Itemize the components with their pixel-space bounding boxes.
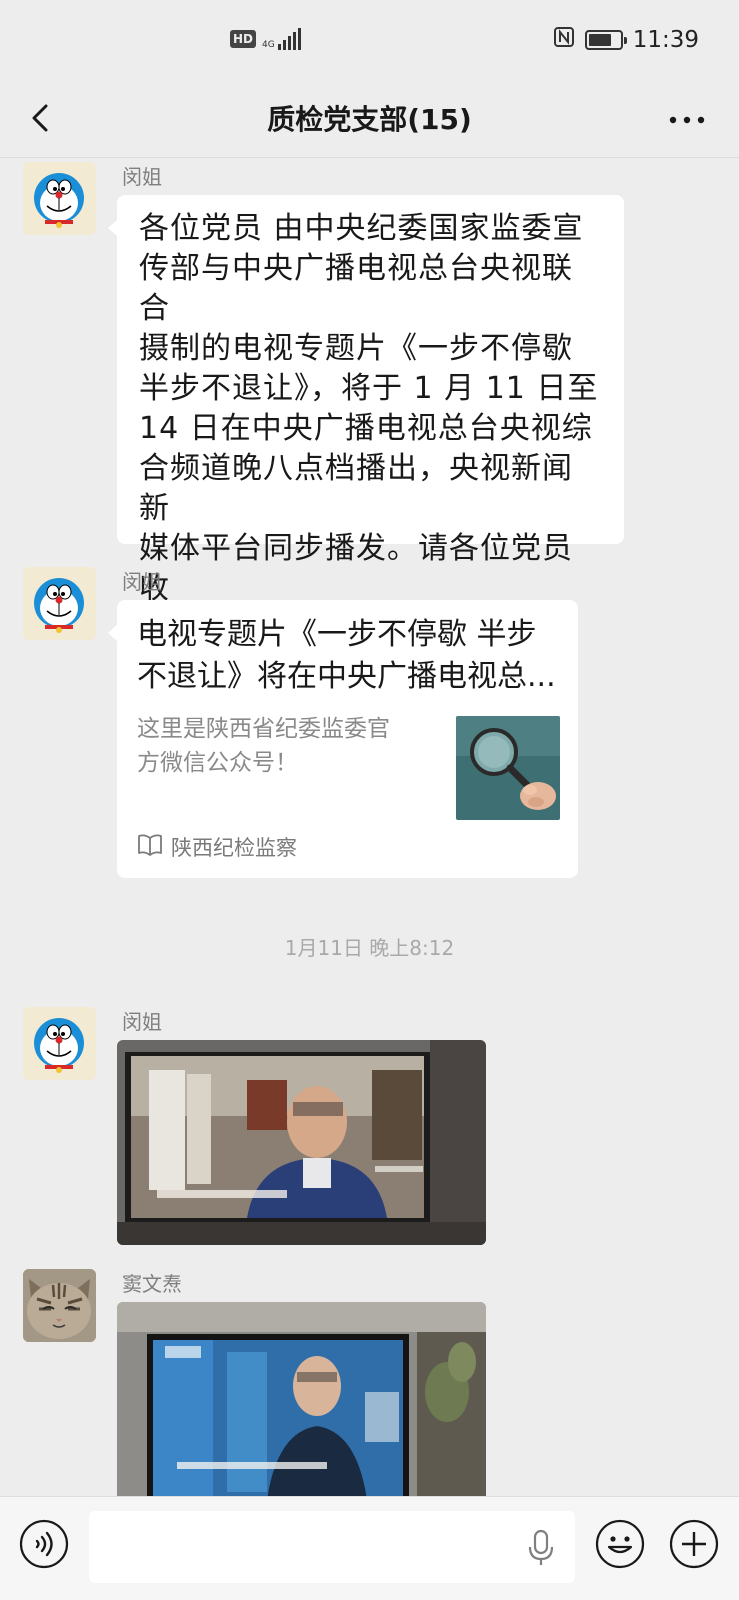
card-description: 这里是陕西省纪委监委官 方微信公众号！ <box>137 716 390 776</box>
sender-name: 窦文焘 <box>122 1272 182 1296</box>
chat-input-bar <box>0 1496 739 1600</box>
doraemon-avatar[interactable] <box>23 567 96 640</box>
magnifying-glass-image <box>456 716 560 820</box>
text-message-bubble[interactable]: 各位党员 由中央纪委国家监委宣 传部与中央广播电视总台央视联合 摄制的电视专题片… <box>108 195 624 646</box>
doraemon-avatar[interactable] <box>23 1007 96 1080</box>
card-title: 电视专题片《一步不停歇 半步 不退让》将在中央广播电视总... <box>137 617 556 694</box>
cat-avatar[interactable] <box>23 1269 96 1342</box>
book-icon <box>137 833 163 862</box>
message-item: 闵姐 各位党员 由中央纪委国家监委宣 传部与中央广播电视总台央视联合 摄制的电视… <box>0 158 739 646</box>
chat-title: 质检党支部(15) <box>267 103 472 136</box>
network-indicator: HD 4G <box>230 28 301 50</box>
link-card-bubble[interactable]: 电视专题片《一步不停歇 半步 不退让》将在中央广播电视总... 这里是陕西省纪委… <box>108 600 578 878</box>
battery-level <box>588 33 612 46</box>
source-name: 陕西纪检监察 <box>171 836 297 860</box>
sender-name: 闵姐 <box>122 1010 162 1034</box>
microphone-icon[interactable] <box>526 1529 556 1567</box>
emoji-icon[interactable] <box>595 1519 645 1569</box>
voice-icon[interactable] <box>19 1519 69 1569</box>
chat-header: 质检党支部(15) <box>0 82 739 158</box>
message-item: 窦文焘 <box>0 1265 739 1496</box>
nfc-icon <box>553 26 575 53</box>
clock: 11:39 <box>632 26 699 53</box>
chat-message-list[interactable]: 闵姐 各位党员 由中央纪委国家监委宣 传部与中央广播电视总台央视联合 摄制的电视… <box>0 158 739 1496</box>
plus-icon[interactable] <box>669 1519 719 1569</box>
message-input[interactable] <box>89 1511 575 1583</box>
message-item: 闵姐 电视专题片《一步不停歇 半步 不退让》将在中央广播电视总... 这里是陕西… <box>0 563 739 883</box>
more-dots-icon[interactable] <box>667 110 707 130</box>
card-source: 陕西纪检监察 <box>137 832 297 862</box>
network-type: 4G <box>262 40 275 50</box>
sender-name: 闵姐 <box>122 570 162 594</box>
battery-icon <box>584 29 627 50</box>
timestamp: 1月11日 晚上8:12 <box>284 936 455 960</box>
message-item: 闵姐 <box>0 1003 739 1245</box>
sender-name: 闵姐 <box>122 165 162 189</box>
hd-badge: HD <box>230 30 257 48</box>
signal-icon: 4G <box>262 28 301 50</box>
doraemon-avatar[interactable] <box>23 162 96 235</box>
tv-screen-photo[interactable] <box>117 1040 486 1245</box>
status-right: 11:39 <box>553 26 699 53</box>
status-bar: HD 4G 11:39 <box>0 0 739 82</box>
tv-screen-photo[interactable] <box>117 1302 486 1496</box>
